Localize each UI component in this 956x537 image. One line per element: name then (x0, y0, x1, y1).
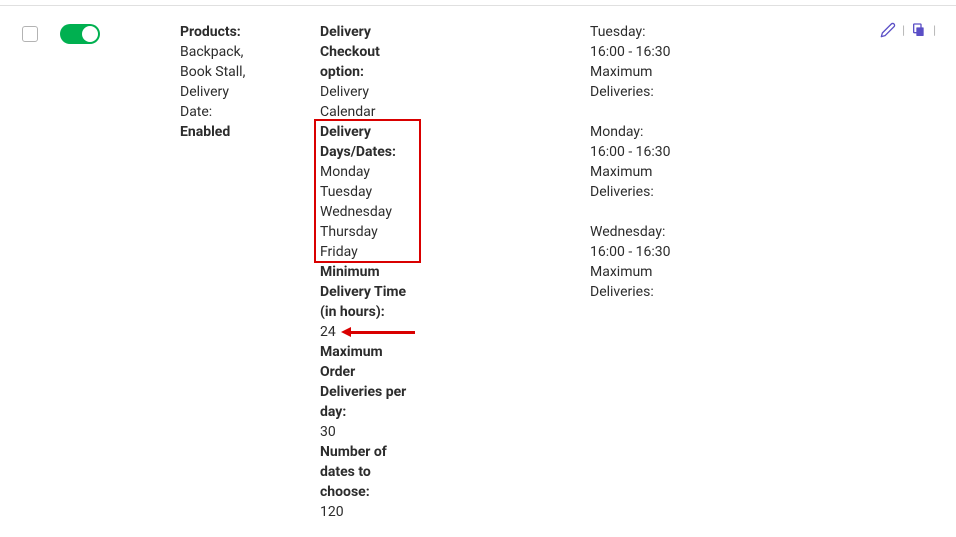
toggle-knob (82, 26, 98, 42)
max-orders-label-2: Order (320, 362, 420, 382)
delivery-col: Delivery Checkout option: Delivery Calen… (320, 22, 590, 522)
days-label-2: Days/Dates: (320, 142, 420, 162)
min-time-label-1: Minimum (320, 262, 420, 282)
copy-button[interactable] (911, 22, 927, 38)
edit-button[interactable] (880, 22, 896, 38)
max-orders-label-3: Deliveries per (320, 382, 420, 402)
days-label-1: Delivery (320, 122, 420, 142)
action-sep: | (902, 23, 905, 37)
checkout-option-label-3: option: (320, 62, 420, 82)
num-dates-label-2: dates to (320, 462, 420, 482)
row-actions: | | (880, 22, 936, 38)
slot-max-1: Maximum (590, 262, 690, 282)
checkbox-col (0, 22, 60, 46)
slot-day: Tuesday: (590, 22, 690, 42)
action-sep-2: | (933, 23, 936, 37)
slot-max-1: Maximum (590, 162, 690, 182)
day-friday: Friday (320, 242, 420, 262)
slot-max-2: Deliveries: (590, 182, 690, 202)
slot-monday: Monday: 16:00 - 16:30 Maximum Deliveries… (590, 122, 690, 202)
max-orders-label-1: Maximum (320, 342, 420, 362)
products-value-2: Book Stall, (180, 62, 320, 82)
checkout-option-value-2: Calendar (320, 102, 420, 122)
products-value-1: Backpack, (180, 42, 320, 62)
slot-time: 16:00 - 16:30 (590, 142, 690, 162)
time-slots-col: Tuesday: 16:00 - 16:30 Maximum Deliverie… (590, 22, 690, 322)
row-checkbox[interactable] (22, 26, 38, 42)
copy-icon (911, 22, 927, 38)
delivery-date-label-2: Date: (180, 102, 320, 122)
delivery-date-status: Enabled (180, 122, 320, 142)
num-dates-label-3: choose: (320, 482, 420, 502)
day-wednesday: Wednesday (320, 202, 420, 222)
slot-time: 16:00 - 16:30 (590, 242, 690, 262)
slot-wednesday: Wednesday: 16:00 - 16:30 Maximum Deliver… (590, 222, 690, 302)
min-time-label-3: (in hours): (320, 302, 420, 322)
products-label: Products: (180, 22, 320, 42)
slot-max-2: Deliveries: (590, 282, 690, 302)
day-monday: Monday (320, 162, 420, 182)
max-orders-value: 30 (320, 422, 420, 442)
slot-day: Monday: (590, 122, 690, 142)
slot-time: 16:00 - 16:30 (590, 42, 690, 62)
slot-day: Wednesday: (590, 222, 690, 242)
checkout-option-label-2: Checkout (320, 42, 420, 62)
checkout-option-label-1: Delivery (320, 22, 420, 42)
slot-max-2: Deliveries: (590, 82, 690, 102)
checkout-option-value-1: Delivery (320, 82, 420, 102)
num-dates-label-1: Number of (320, 442, 420, 462)
enabled-toggle[interactable] (60, 24, 100, 44)
min-time-value: 24 (320, 322, 420, 342)
top-divider (0, 5, 956, 6)
num-dates-value: 120 (320, 502, 420, 522)
products-col: Products: Backpack, Book Stall, Delivery… (180, 22, 320, 142)
slot-max-1: Maximum (590, 62, 690, 82)
max-orders-label-4: day: (320, 402, 420, 422)
min-time-label-2: Delivery Time (320, 282, 420, 302)
settings-row: Products: Backpack, Book Stall, Delivery… (0, 0, 956, 522)
slot-tuesday: Tuesday: 16:00 - 16:30 Maximum Deliverie… (590, 22, 690, 102)
delivery-date-label-1: Delivery (180, 82, 320, 102)
day-tuesday: Tuesday (320, 182, 420, 202)
time-slots-scroll[interactable]: Tuesday: 16:00 - 16:30 Maximum Deliverie… (590, 22, 690, 322)
toggle-col (60, 22, 180, 48)
day-thursday: Thursday (320, 222, 420, 242)
pencil-icon (880, 22, 896, 38)
